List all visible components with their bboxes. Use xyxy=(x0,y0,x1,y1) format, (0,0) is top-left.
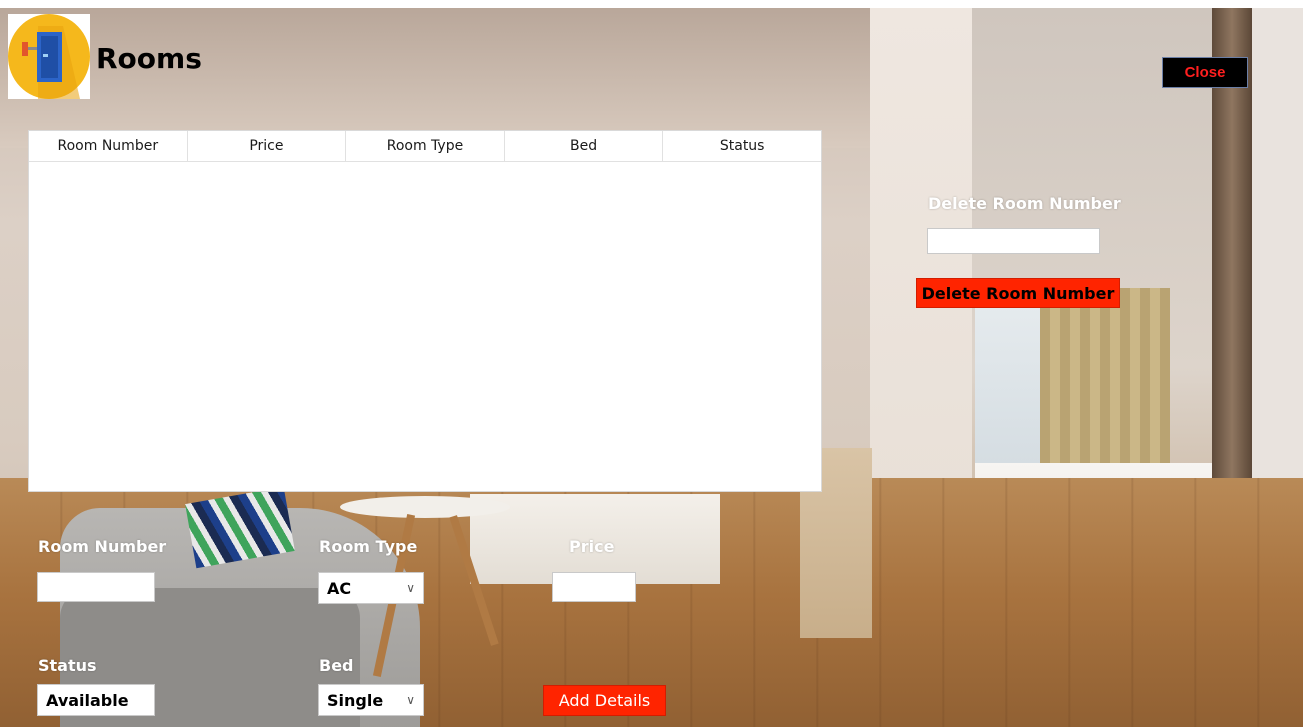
chevron-down-icon: ∨ xyxy=(406,693,415,707)
room-type-value: AC xyxy=(327,578,352,598)
price-input[interactable] xyxy=(552,572,636,602)
bed-select[interactable]: Single ∨ xyxy=(318,684,424,716)
delete-room-number-label: Delete Room Number xyxy=(928,194,1121,213)
status-label: Status xyxy=(38,656,97,675)
close-button[interactable]: Close xyxy=(1162,57,1248,88)
column-header-price[interactable]: Price xyxy=(188,131,347,161)
add-details-button[interactable]: Add Details xyxy=(543,685,666,716)
price-label: Price xyxy=(569,537,615,556)
chevron-down-icon: ∨ xyxy=(406,581,415,595)
column-header-room-type[interactable]: Room Type xyxy=(346,131,505,161)
app-logo xyxy=(8,14,90,99)
delete-room-number-button[interactable]: Delete Room Number xyxy=(916,278,1120,308)
table-header: Room Number Price Room Type Bed Status xyxy=(29,131,821,162)
room-type-select[interactable]: AC ∨ xyxy=(318,572,424,604)
column-header-room-number[interactable]: Room Number xyxy=(29,131,188,161)
table-body[interactable] xyxy=(29,162,821,492)
door-icon xyxy=(8,14,90,99)
delete-room-number-input[interactable] xyxy=(927,228,1100,254)
room-number-label: Room Number xyxy=(38,537,167,556)
page-title: Rooms xyxy=(96,42,202,75)
column-header-bed[interactable]: Bed xyxy=(505,131,664,161)
rooms-table: Room Number Price Room Type Bed Status xyxy=(28,130,822,492)
bed-value: Single xyxy=(327,690,384,710)
bed-label: Bed xyxy=(319,656,354,675)
status-input[interactable]: Available xyxy=(37,684,155,716)
room-number-input[interactable] xyxy=(37,572,155,602)
room-type-label: Room Type xyxy=(319,537,418,556)
column-header-status[interactable]: Status xyxy=(663,131,821,161)
